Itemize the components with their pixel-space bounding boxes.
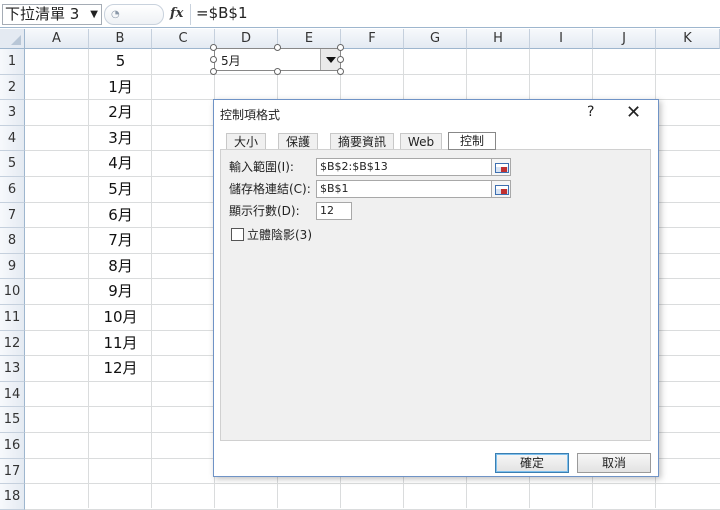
row-header[interactable]: 9 bbox=[0, 253, 25, 280]
row-header[interactable]: 4 bbox=[0, 125, 25, 152]
tab-protection[interactable]: 保護 bbox=[278, 133, 318, 150]
format-control-dialog: 控制項格式 ? ✕ 大小 保護 摘要資訊 Web 控制 輸入範圍(I): $B$… bbox=[213, 99, 659, 477]
input-range-field[interactable]: $B$2:$B$13 bbox=[316, 158, 492, 176]
control-tab-panel: 輸入範圍(I): $B$2:$B$13 儲存格連結(C): $B$1 顯示行數(… bbox=[220, 149, 651, 441]
cell-b6[interactable]: 5月 bbox=[89, 177, 152, 203]
collapse-dialog-icon[interactable] bbox=[491, 180, 511, 198]
column-header[interactable]: F bbox=[341, 29, 404, 49]
3d-shading-checkbox[interactable] bbox=[231, 228, 244, 241]
tab-web[interactable]: Web bbox=[400, 133, 442, 150]
cell-link-label: 儲存格連結(C): bbox=[229, 182, 311, 196]
drop-down-lines-field[interactable]: 12 bbox=[316, 202, 352, 220]
formula-bar: 下拉清單 3 ▼ ◔ fx =$B$1 bbox=[0, 0, 720, 28]
resize-handle[interactable] bbox=[337, 68, 344, 75]
cell-b7[interactable]: 6月 bbox=[89, 203, 152, 229]
row-header[interactable]: 17 bbox=[0, 458, 25, 485]
cancel-button[interactable]: 取消 bbox=[577, 453, 651, 473]
name-box-value: 下拉清單 3 bbox=[5, 5, 80, 23]
column-header[interactable]: J bbox=[593, 29, 656, 49]
cell-link-field[interactable]: $B$1 bbox=[316, 180, 492, 198]
collapse-dialog-icon[interactable] bbox=[491, 158, 511, 176]
cell-b10[interactable]: 9月 bbox=[89, 279, 152, 305]
formula-bar-resize-handle[interactable]: ◔ bbox=[104, 4, 164, 25]
row-header[interactable]: 11 bbox=[0, 305, 25, 331]
resize-handle[interactable] bbox=[337, 56, 344, 63]
resize-handle[interactable] bbox=[210, 68, 217, 75]
chevron-down-icon[interactable]: ▼ bbox=[90, 5, 98, 24]
resize-handle[interactable] bbox=[274, 68, 281, 75]
column-header[interactable]: C bbox=[152, 29, 215, 49]
cell-b4[interactable]: 3月 bbox=[89, 126, 152, 152]
row-header[interactable]: 10 bbox=[0, 279, 25, 305]
column-header[interactable]: I bbox=[530, 29, 593, 49]
formula-bar-divider bbox=[190, 4, 191, 25]
row-header[interactable]: 13 bbox=[0, 356, 25, 382]
dialog-title: 控制項格式 bbox=[220, 108, 281, 122]
row-header[interactable]: 14 bbox=[0, 381, 25, 408]
cell-b13[interactable]: 12月 bbox=[89, 356, 152, 382]
column-header[interactable]: B bbox=[89, 29, 152, 49]
column-header[interactable]: E bbox=[278, 29, 341, 49]
insert-function-icon[interactable]: fx bbox=[170, 6, 183, 21]
cell-b2[interactable]: 1月 bbox=[89, 75, 152, 101]
dropdown-value: 5月 bbox=[221, 54, 241, 68]
drop-down-lines-label: 顯示行數(D): bbox=[229, 204, 300, 218]
row-header[interactable]: 12 bbox=[0, 330, 25, 357]
cell-b1[interactable]: 5 bbox=[89, 49, 152, 75]
tab-size[interactable]: 大小 bbox=[226, 133, 266, 150]
column-header[interactable]: K bbox=[656, 29, 720, 49]
row-header[interactable]: 2 bbox=[0, 74, 25, 101]
cell-b12[interactable]: 11月 bbox=[89, 331, 152, 357]
name-box[interactable]: 下拉清單 3 ▼ bbox=[2, 4, 102, 25]
formula-input[interactable]: =$B$1 bbox=[196, 4, 248, 23]
cell-b9[interactable]: 8月 bbox=[89, 254, 152, 280]
input-range-label: 輸入範圍(I): bbox=[229, 160, 294, 174]
row-header[interactable]: 8 bbox=[0, 228, 25, 254]
tab-properties[interactable]: 摘要資訊 bbox=[330, 133, 394, 150]
cell-b11[interactable]: 10月 bbox=[89, 305, 152, 331]
row-header[interactable]: 5 bbox=[0, 151, 25, 177]
circle-icon: ◔ bbox=[111, 9, 120, 20]
column-header[interactable]: H bbox=[467, 29, 530, 49]
row-header[interactable]: 16 bbox=[0, 433, 25, 459]
tab-control[interactable]: 控制 bbox=[448, 132, 496, 150]
3d-shading-label: 立體陰影(3) bbox=[247, 228, 312, 242]
column-header[interactable]: A bbox=[25, 29, 89, 49]
help-icon[interactable]: ? bbox=[587, 104, 594, 120]
row-header[interactable]: 3 bbox=[0, 100, 25, 126]
close-icon[interactable]: ✕ bbox=[626, 102, 641, 123]
cell-b3[interactable]: 2月 bbox=[89, 100, 152, 126]
resize-handle[interactable] bbox=[210, 56, 217, 63]
resize-handle[interactable] bbox=[337, 44, 344, 51]
resize-handle[interactable] bbox=[274, 44, 281, 51]
row-header[interactable]: 15 bbox=[0, 407, 25, 433]
resize-handle[interactable] bbox=[210, 44, 217, 51]
column-header[interactable]: G bbox=[404, 29, 467, 49]
row-header[interactable]: 18 bbox=[0, 484, 25, 510]
gridline bbox=[25, 483, 720, 485]
ok-button[interactable]: 確定 bbox=[495, 453, 569, 473]
select-all-button[interactable] bbox=[0, 29, 25, 49]
row-header[interactable]: 1 bbox=[0, 49, 25, 75]
cell-b8[interactable]: 7月 bbox=[89, 228, 152, 254]
row-header[interactable]: 6 bbox=[0, 177, 25, 203]
cell-b5[interactable]: 4月 bbox=[89, 151, 152, 177]
row-header[interactable]: 7 bbox=[0, 202, 25, 229]
column-header[interactable]: D bbox=[215, 29, 278, 49]
